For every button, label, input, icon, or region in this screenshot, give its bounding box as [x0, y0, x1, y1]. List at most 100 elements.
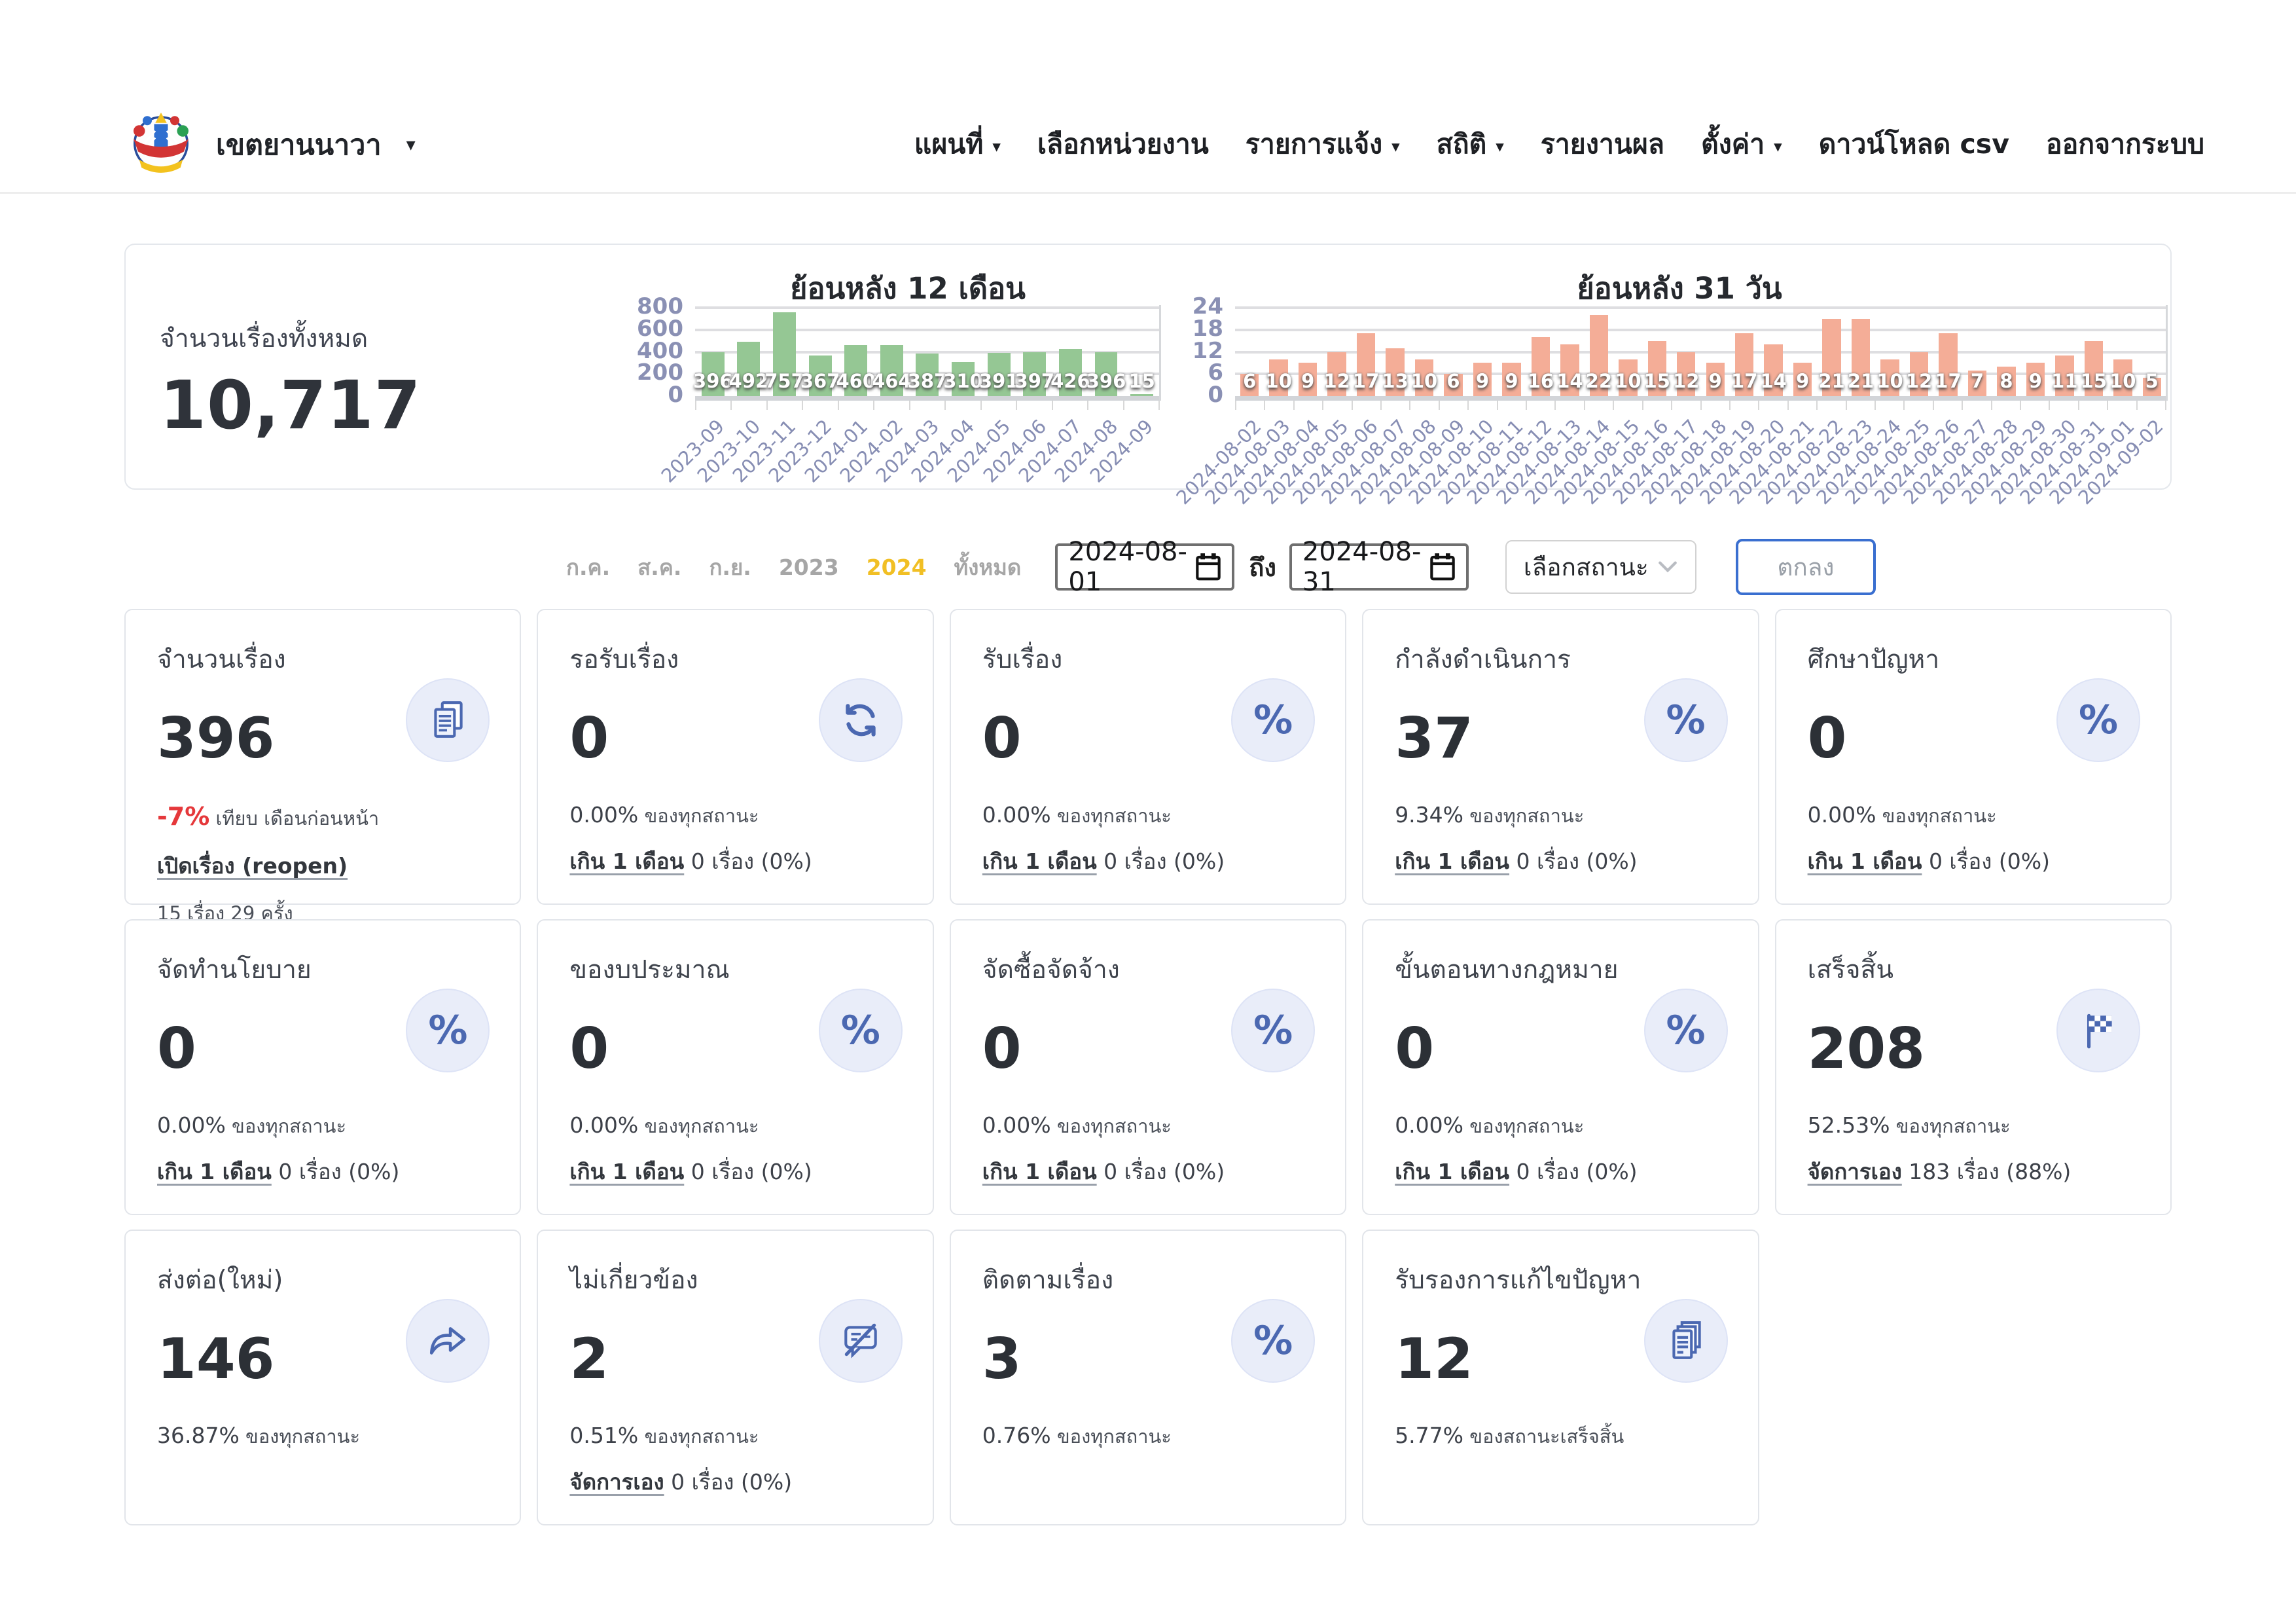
axis-tick	[1351, 401, 1380, 410]
y-axis-label: 12	[1192, 337, 1223, 364]
card-legal: ขั้นตอนทางกฎหมาย 0% 0.00% ของทุกสถานะ เกิน …	[1362, 919, 1759, 1215]
card-text: ของทุกสถานะ	[638, 1115, 759, 1137]
card-text: ของสถานะเสร็จสิ้น	[1463, 1425, 1624, 1448]
percent-icon: %	[1231, 989, 1316, 1072]
card-link[interactable]: เกิน 1 เดือน	[569, 848, 684, 874]
card-text: 0.00%	[569, 802, 639, 828]
chart-axis-ticks	[695, 401, 1160, 410]
card-line: -7% เทียบ เดือนก่อนหน้า	[157, 801, 488, 833]
card-following: ติดตามเรื่อง 3% 0.76% ของทุกสถานะ	[949, 1230, 1347, 1525]
card-line: 5.77% ของสถานะเสร็จสิ้น	[1395, 1422, 1726, 1449]
nav-item-select-agency[interactable]: เลือกหน่วยงาน	[1037, 123, 1209, 166]
nav-item-logout[interactable]: ออกจากระบบ	[2046, 123, 2204, 166]
axis-tick	[2019, 401, 2049, 410]
card-budget: ของบประมาณ 0% 0.00% ของทุกสถานะ เกิน 1 เดือ…	[537, 919, 934, 1215]
refresh-icon	[818, 678, 903, 762]
nav-item-settings[interactable]: ตั้งค่า ▾	[1701, 123, 1782, 166]
card-line: เกิน 1 เดือน 0 เรื่อง (0%)	[569, 1158, 901, 1185]
card-line: จัดการเอง 183 เรื่อง (88%)	[1808, 1158, 2139, 1185]
card-link[interactable]: เกิน 1 เดือน	[1395, 1159, 1509, 1184]
axis-tick	[730, 401, 766, 410]
percent-icon: %	[428, 1008, 468, 1053]
axis-tick	[1554, 401, 1583, 410]
plot-right-border	[2166, 305, 2168, 401]
card-link[interactable]: เกิน 1 เดือน	[982, 848, 1097, 874]
axis-tick	[1583, 401, 1613, 410]
axis-tick	[1051, 401, 1087, 410]
card-link[interactable]: เกิน 1 เดือน	[982, 1159, 1097, 1184]
card-sub-lines: 9.34% ของทุกสถานะ เกิน 1 เดือน 0 เรื่อง (…	[1395, 801, 1726, 875]
card-text: 0.00%	[1395, 1112, 1464, 1138]
card-text: 183 เรื่อง (88%)	[1901, 1159, 2072, 1185]
card-waiting: รอรับเรื่อง 0 0.00% ของทุกสถานะ เกิน 1 เดือ…	[537, 609, 934, 905]
percent-icon: %	[2056, 678, 2140, 762]
card-line: 0.00% ของทุกสถานะ	[569, 801, 901, 828]
card-sub-lines: 36.87% ของทุกสถานะ	[157, 1422, 488, 1449]
card-text: เทียบ เดือนก่อนหน้า	[209, 807, 380, 830]
chevron-down-icon: ▾	[992, 137, 1001, 156]
overview-panel: จำนวนเรื่องทั้งหมด 10,717 ย้อนหลัง 12 เด…	[124, 244, 2172, 509]
card-link[interactable]: จัดการเอง	[1808, 1159, 1902, 1184]
axis-tick	[1700, 401, 1729, 410]
card-link[interactable]: เกิน 1 เดือน	[569, 1159, 684, 1184]
bar-value-label: 15	[1128, 370, 1155, 392]
axis-tick	[1016, 401, 1051, 410]
filter-2023[interactable]: 2023	[779, 555, 839, 580]
card-text: 52.53%	[1807, 1112, 1890, 1138]
filter-jul[interactable]: ก.ค.	[566, 550, 610, 585]
percent-icon: %	[1231, 678, 1316, 762]
calendar-icon	[1196, 553, 1221, 581]
card-link[interactable]: เปิดเรื่อง (reopen)	[157, 853, 348, 879]
date-to-value: 2024-08-31	[1302, 537, 1422, 597]
y-axis-label: 18	[1192, 315, 1223, 342]
card-line: 0.00% ของทุกสถานะ	[157, 1112, 488, 1139]
card-sub-lines: 0.51% ของทุกสถานะ จัดการเอง 0 เรื่อง (0%)	[569, 1422, 901, 1496]
axis-tick	[908, 401, 944, 410]
chevron-down-icon: ▾	[1774, 137, 1782, 156]
filter-2024[interactable]: 2024	[867, 555, 927, 580]
card-sub-lines: 0.00% ของทุกสถานะ เกิน 1 เดือน 0 เรื่อง (…	[157, 1112, 488, 1186]
card-line: 0.00% ของทุกสถานะ	[982, 1112, 1314, 1139]
total-summary-label: จำนวนเรื่องทั้งหมด	[160, 324, 368, 354]
card-link[interactable]: เกิน 1 เดือน	[1395, 848, 1509, 874]
percent-icon: %	[1643, 678, 1728, 762]
percent-icon: %	[1253, 1008, 1293, 1053]
filter-sep[interactable]: ก.ย.	[709, 550, 751, 585]
nav-item-map[interactable]: แผนที่ ▾	[914, 123, 1001, 166]
percent-icon: %	[818, 989, 903, 1072]
card-text: ของทุกสถานะ	[1463, 1115, 1585, 1137]
nav-item-stats[interactable]: สถิติ ▾	[1437, 123, 1504, 166]
card-link[interactable]: เกิน 1 เดือน	[157, 1159, 272, 1184]
axis-tick	[695, 401, 730, 410]
share-icon	[406, 1299, 490, 1383]
status-select[interactable]: เลือกสถานะ	[1505, 540, 1696, 594]
card-line: 0.51% ของทุกสถานะ	[569, 1422, 901, 1449]
bar-cell: 15	[1124, 308, 1160, 396]
submit-button[interactable]: ตกลง	[1735, 539, 1876, 595]
card-done: เสร็จสิ้น 208 52.53% ของทุกสถานะ จัดการเอง …	[1774, 919, 2172, 1215]
card-link[interactable]: เกิน 1 เดือน	[1808, 848, 1922, 874]
chart-x-labels: 2024-08-02 2024-08-03 2024-08-04 2024-08-05…	[1172, 410, 2168, 509]
nav-item-results[interactable]: รายงานผล	[1541, 123, 1664, 166]
card-link[interactable]: จัดการเอง	[569, 1469, 664, 1495]
date-from-input[interactable]: 2024-08-01	[1055, 537, 1235, 597]
card-policy: จัดทำนโยบาย 0% 0.00% ของทุกสถานะ เกิน 1 เดื…	[124, 919, 522, 1215]
axis-tick	[1962, 401, 1990, 410]
percent-icon: %	[1666, 1008, 1706, 1053]
nav-item-download-csv[interactable]: ดาวน์โหลด csv	[1819, 123, 2009, 166]
nav-item-report-list-label: รายการแจ้ง	[1245, 128, 1383, 160]
district-selector[interactable]: เขตยานนาวา ▾	[124, 108, 416, 181]
card-line: 0.00% ของทุกสถานะ	[569, 1112, 901, 1139]
nav-item-report-list[interactable]: รายการแจ้ง ▾	[1246, 123, 1400, 166]
card-certified: รับรองการแก้ไขปัญหา 12 5.77% ของสถานะเสร็จ…	[1362, 1230, 1759, 1525]
axis-tick	[1264, 401, 1293, 410]
card-title: จัดทำนโยบาย	[157, 955, 312, 985]
date-range-to-label: ถึง	[1249, 553, 1276, 582]
percent-icon: %	[1643, 989, 1728, 1072]
axis-tick	[802, 401, 837, 410]
filter-all[interactable]: ทั้งหมด	[954, 550, 1022, 585]
card-text: 0 เรื่อง (0%)	[1096, 848, 1225, 875]
date-to-input[interactable]: 2024-08-31	[1289, 537, 1469, 597]
main-nav: แผนที่ ▾ เลือกหน่วยงาน รายการแจ้ง ▾ สถิติ ▾ ราย…	[914, 123, 2204, 166]
filter-aug[interactable]: ส.ค.	[637, 550, 681, 585]
